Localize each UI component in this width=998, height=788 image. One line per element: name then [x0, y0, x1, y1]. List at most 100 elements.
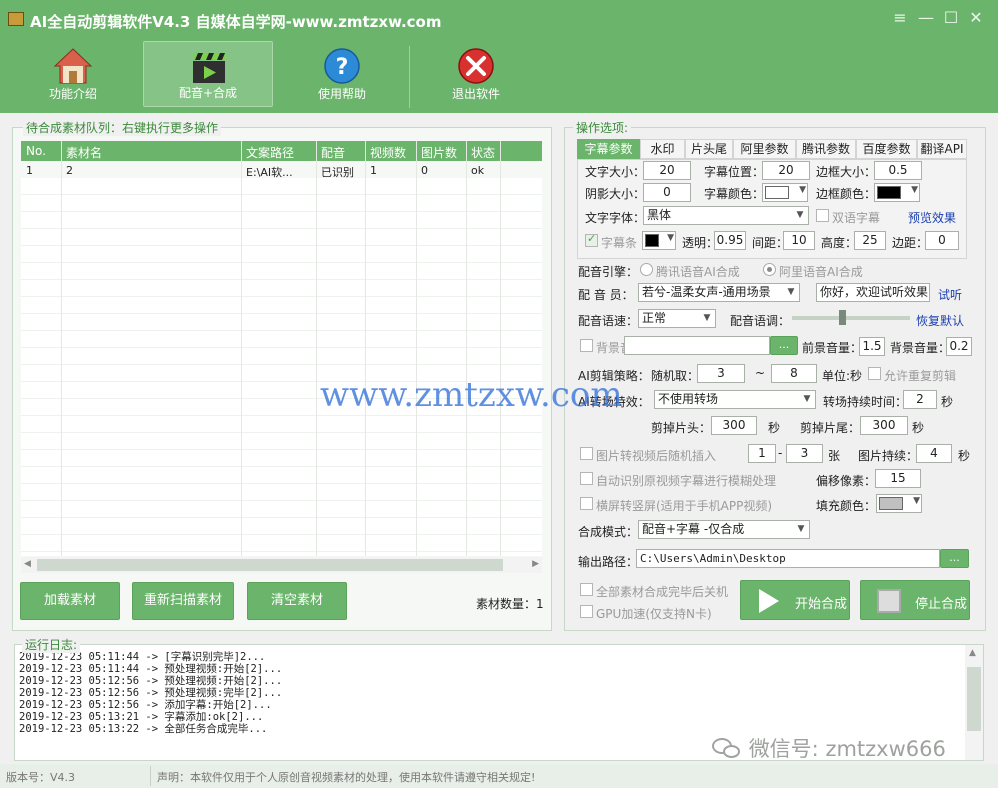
- stop-compose-button[interactable]: 停止合成: [860, 580, 970, 620]
- img-insert-checkbox[interactable]: [580, 447, 593, 460]
- log-vertical-scrollbar[interactable]: ▲: [965, 645, 983, 760]
- opacity-input[interactable]: 0.95: [714, 231, 746, 250]
- sub-color-picker[interactable]: ▼: [762, 183, 808, 202]
- voice-label: 配 音 员：: [578, 288, 634, 302]
- scrollbar-thumb[interactable]: [37, 559, 503, 571]
- tab-translate-api[interactable]: 翻译API: [917, 139, 967, 159]
- col-name[interactable]: 素材名: [66, 144, 102, 161]
- menu-icon[interactable]: ≡: [890, 8, 910, 27]
- table-row[interactable]: 1 2 E:\AI软... 已识别 1 0 ok: [21, 161, 542, 179]
- wechat-id: 微信号: zmtzxw666: [748, 737, 946, 761]
- tab-baidu-params[interactable]: 百度参数: [856, 139, 917, 159]
- gpu-checkbox[interactable]: [580, 605, 593, 618]
- maximize-icon[interactable]: ☐: [941, 8, 961, 27]
- blur-checkbox[interactable]: [580, 472, 593, 485]
- scroll-up-icon[interactable]: ▲: [969, 648, 976, 658]
- margin-label: 边距：: [892, 236, 929, 250]
- col-divider: [365, 141, 366, 556]
- transition-select[interactable]: 不使用转场 ▼: [654, 390, 816, 409]
- toolbar-exit-button[interactable]: 退出软件: [411, 41, 541, 107]
- bilingual-checkbox[interactable]: [816, 209, 829, 222]
- load-material-button[interactable]: 加载素材: [20, 582, 120, 620]
- fill-color-picker[interactable]: ▼: [876, 494, 922, 513]
- scroll-right-icon[interactable]: ▶: [532, 559, 539, 569]
- portrait-label: 横屏转竖屏(适用于手机APP视频): [596, 499, 773, 513]
- tab-ali-params[interactable]: 阿里参数: [733, 139, 796, 159]
- border-color-picker[interactable]: ▼: [874, 183, 920, 202]
- random-from-input[interactable]: 3: [697, 364, 745, 383]
- col-status[interactable]: 状态: [471, 144, 495, 161]
- tab-intro-outro[interactable]: 片头尾: [685, 139, 733, 159]
- toolbar-help-button[interactable]: ? 使用帮助: [277, 41, 407, 107]
- start-compose-button[interactable]: 开始合成: [740, 580, 850, 620]
- toolbar-intro-label: 功能介绍: [48, 87, 97, 101]
- portrait-checkbox[interactable]: [580, 497, 593, 510]
- close-icon[interactable]: ✕: [966, 8, 986, 27]
- subbar-checkbox[interactable]: [585, 232, 598, 247]
- tone-reset-link[interactable]: 恢复默认: [916, 312, 964, 329]
- col-no[interactable]: No.: [26, 144, 46, 158]
- engine-ali-radio[interactable]: [763, 263, 776, 276]
- img-duration-unit: 秒: [958, 449, 971, 463]
- scrollbar-thumb[interactable]: [967, 667, 981, 731]
- col-divider: [316, 141, 317, 556]
- engine-tencent-radio[interactable]: [640, 263, 653, 276]
- allow-repeat-checkbox[interactable]: [868, 367, 881, 380]
- border-size-input[interactable]: 0.5: [874, 161, 922, 180]
- tone-slider-knob[interactable]: [839, 310, 846, 325]
- img-to-input[interactable]: 3: [786, 444, 823, 463]
- cut-head-unit: 秒: [768, 421, 781, 435]
- bgm-checkbox[interactable]: [580, 339, 593, 352]
- cut-head-input[interactable]: 300: [711, 416, 757, 435]
- minimize-icon[interactable]: —: [916, 8, 936, 27]
- queue-table-body[interactable]: [21, 178, 542, 556]
- tab-subtitle-params[interactable]: 字幕参数: [577, 139, 640, 159]
- toolbar-intro-button[interactable]: 功能介绍: [8, 41, 138, 107]
- sub-pos-input[interactable]: 20: [762, 161, 810, 180]
- scroll-left-icon[interactable]: ◀: [24, 559, 31, 569]
- bgm-path-input[interactable]: [624, 336, 770, 355]
- cut-tail-input[interactable]: 300: [860, 416, 908, 435]
- tone-slider[interactable]: [792, 310, 910, 325]
- bilingual-label: 双语字幕: [832, 211, 881, 225]
- random-to-input[interactable]: 8: [771, 364, 817, 383]
- exit-icon: [458, 48, 494, 84]
- font-size-input[interactable]: 20: [643, 161, 691, 180]
- speed-select[interactable]: 正常 ▼: [638, 309, 716, 328]
- chevron-down-icon: ▼: [913, 496, 920, 506]
- col-video-count[interactable]: 视频数: [370, 144, 406, 161]
- output-path-input[interactable]: C:\Users\Admin\Desktop: [636, 549, 940, 568]
- margin-input[interactable]: 0: [925, 231, 959, 250]
- offset-input[interactable]: 15: [875, 469, 921, 488]
- preview-link[interactable]: 预览效果: [908, 209, 956, 226]
- col-image-count[interactable]: 图片数: [421, 144, 457, 161]
- mode-select[interactable]: 配音+字幕 -仅合成 ▼: [638, 520, 810, 539]
- col-script-path[interactable]: 文案路径: [246, 144, 294, 161]
- spacing-input[interactable]: 10: [783, 231, 815, 250]
- subbar-color-picker[interactable]: ▼: [642, 231, 676, 250]
- try-listen-link[interactable]: 试听: [938, 286, 962, 303]
- col-dub[interactable]: 配音: [321, 144, 345, 161]
- rescan-material-button[interactable]: 重新扫描素材: [132, 582, 234, 620]
- output-browse-button[interactable]: ...: [940, 549, 969, 568]
- height-input[interactable]: 25: [854, 231, 886, 250]
- tab-watermark[interactable]: 水印: [640, 139, 685, 159]
- font-select[interactable]: 黑体 ▼: [643, 206, 809, 225]
- img-duration-input[interactable]: 4: [916, 444, 952, 463]
- toolbar-dub-compose-button[interactable]: 配音+合成: [143, 41, 273, 107]
- bg-volume-input[interactable]: 0.2: [946, 337, 972, 356]
- shutdown-checkbox[interactable]: [580, 583, 593, 596]
- tab-tencent-params[interactable]: 腾讯参数: [796, 139, 856, 159]
- queue-horizontal-scrollbar[interactable]: ◀ ▶: [21, 557, 542, 573]
- bg-volume-label: 背景音量：: [890, 341, 951, 355]
- shadow-input[interactable]: 0: [643, 183, 691, 202]
- bgm-browse-button[interactable]: ...: [770, 336, 798, 355]
- voice-select[interactable]: 若兮-温柔女声-通用场景 ▼: [638, 283, 800, 302]
- fg-volume-input[interactable]: 1.5: [859, 337, 885, 356]
- try-text-input[interactable]: 你好，欢迎试听效果: [816, 283, 930, 302]
- img-from-input[interactable]: 1: [748, 444, 776, 463]
- clear-material-button[interactable]: 清空素材: [247, 582, 347, 620]
- notice-text: 声明：本软件仅用于个人原创音视频素材的处理，使用本软件请遵守相关规定!: [157, 771, 536, 784]
- transition-duration-input[interactable]: 2: [903, 390, 937, 409]
- cut-head-label: 剪掉片头：: [651, 421, 712, 435]
